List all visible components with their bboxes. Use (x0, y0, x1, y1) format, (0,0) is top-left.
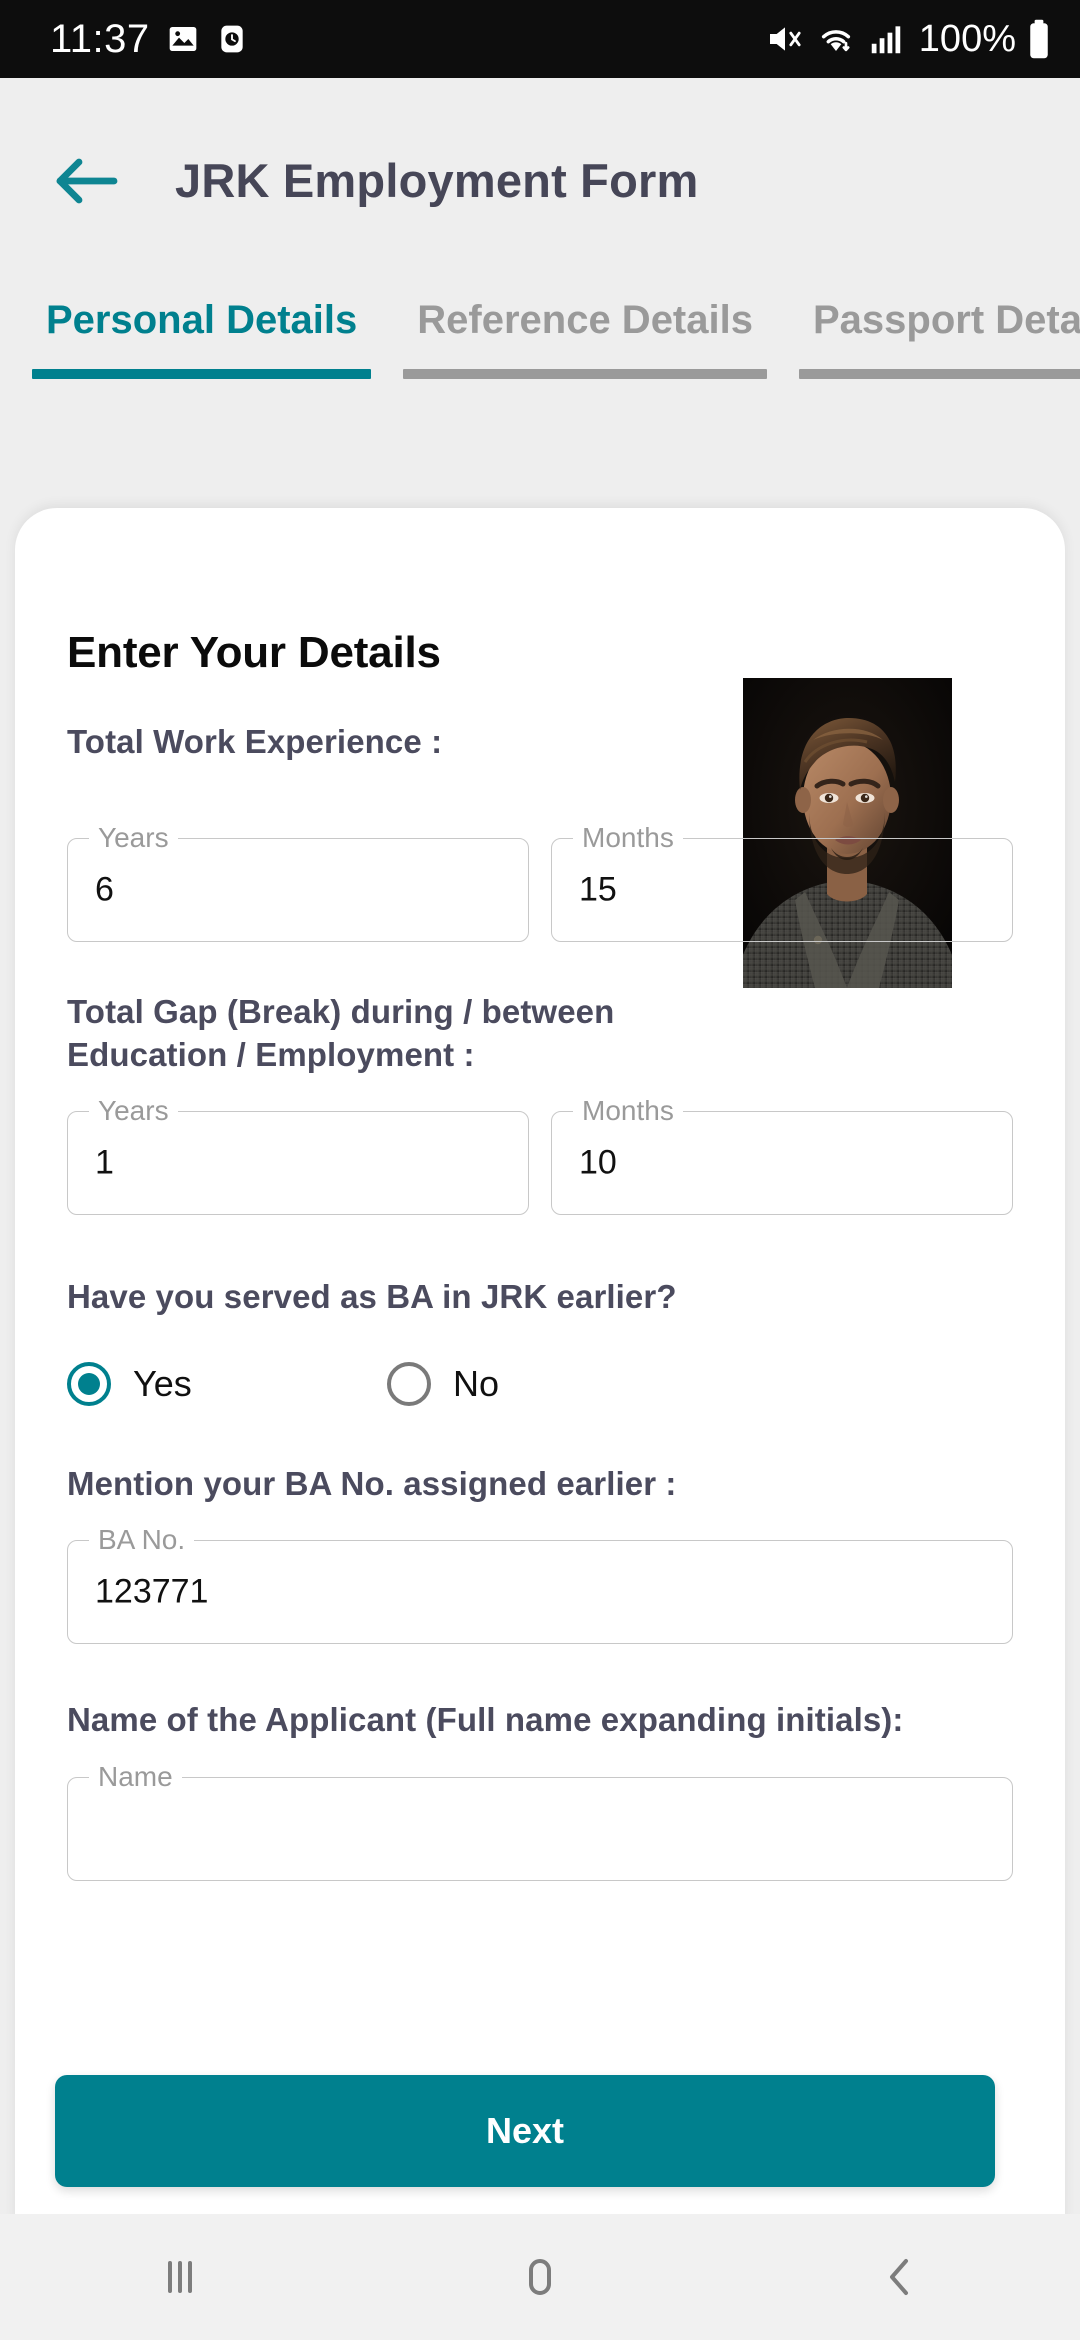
mute-icon (765, 19, 805, 59)
tab-personal-details-label: Personal Details (46, 298, 358, 342)
app-bar: JRK Employment Form (0, 78, 1080, 283)
work-experience-years-field[interactable]: Years 6 (67, 823, 529, 942)
form-card-content: Enter Your Details Total Work Experience… (15, 628, 1065, 2228)
tab-passport-details[interactable]: Passport Detail (798, 290, 1080, 379)
applicant-name-field[interactable]: Name (67, 1763, 1013, 1882)
radio-yes-dot (78, 1373, 100, 1396)
tab-reference-details-label: Reference Details (417, 298, 753, 342)
image-icon (167, 23, 199, 55)
served-ba-radio-group[interactable]: Yes No (67, 1362, 1013, 1407)
gap-years-outline (67, 1110, 529, 1215)
tab-reference-details[interactable]: Reference Details (403, 290, 767, 379)
gap-years-value: 1 (95, 1143, 114, 1182)
served-ba-option-no[interactable]: No (387, 1362, 500, 1407)
gap-years-field[interactable]: Years 1 (67, 1096, 529, 1215)
work-experience-years-outline (67, 837, 529, 942)
work-experience-months-value: 15 (579, 870, 617, 909)
tab-personal-details[interactable]: Personal Details (32, 290, 372, 379)
served-ba-label: Have you served as BA in JRK earlier? (67, 1277, 677, 1315)
android-nav-bar (0, 2214, 1080, 2340)
wifi-icon (815, 19, 857, 59)
tab-passport-details-indicator (798, 369, 1080, 379)
tab-reference-details-indicator (403, 369, 767, 379)
home-icon[interactable] (480, 2217, 600, 2337)
work-experience-years-value: 6 (95, 870, 114, 909)
clock-icon (216, 23, 248, 55)
served-ba-option-yes-label: Yes (133, 1363, 192, 1405)
status-bar-right: 100% (765, 18, 1052, 61)
ba-no-field[interactable]: BA No. 123771 (67, 1525, 1013, 1644)
nav-back-icon[interactable] (840, 2217, 960, 2337)
tab-passport-details-label: Passport Detail (812, 298, 1080, 342)
gap-label: Total Gap (Break) during / between Educa… (67, 992, 615, 1074)
radio-no-icon (387, 1362, 431, 1407)
status-bar-clock: 11:37 (50, 16, 150, 61)
work-experience-months-outline (551, 837, 1013, 942)
next-button-label: Next (485, 2110, 565, 2151)
work-experience-months-label: Months (573, 823, 683, 851)
gap-months-outline (551, 1110, 1013, 1215)
gap-months-field[interactable]: Months 10 (551, 1096, 1013, 1215)
tab-bar[interactable]: Personal Details Reference Details Passp… (0, 290, 1080, 420)
signal-icon (867, 20, 905, 58)
gap-fields: Years 1 Months 10 (67, 1096, 1013, 1215)
ba-no-field-row: BA No. 123771 (67, 1525, 1013, 1644)
radio-yes-icon (67, 1362, 111, 1407)
applicant-name-field-row: Name (67, 1763, 1013, 1882)
back-arrow-icon[interactable] (54, 148, 120, 214)
ba-no-value: 123771 (95, 1572, 209, 1611)
tab-personal-details-indicator (32, 369, 372, 379)
applicant-name-placeholder: Name (89, 1763, 182, 1791)
battery-icon (1026, 18, 1052, 60)
work-experience-years-label: Years (89, 823, 178, 851)
form-card: Enter Your Details Total Work Experience… (15, 508, 1065, 2228)
ba-no-label: Mention your BA No. assigned earlier : (67, 1465, 677, 1503)
ba-no-placeholder: BA No. (89, 1525, 195, 1553)
served-ba-option-yes[interactable]: Yes (67, 1362, 387, 1407)
applicant-name-label: Name of the Applicant (Full name expandi… (67, 1700, 904, 1738)
applicant-name-outline (67, 1777, 1013, 1882)
ba-no-outline (67, 1539, 1013, 1644)
status-bar-left: 11:37 (50, 17, 248, 62)
gap-months-value: 10 (579, 1143, 617, 1182)
work-experience-fields: Years 6 Months 15 (67, 823, 1013, 942)
form-heading: Enter Your Details (67, 628, 441, 677)
phone-screen: 11:37 100% JRK Employment Form Personal … (0, 0, 1080, 2340)
page-title: JRK Employment Form (175, 154, 699, 207)
next-button[interactable]: Next (55, 2075, 995, 2187)
recents-icon[interactable] (120, 2217, 240, 2337)
served-ba-option-no-label: No (453, 1363, 500, 1405)
work-experience-months-field[interactable]: Months 15 (551, 823, 1013, 942)
gap-months-label: Months (573, 1096, 683, 1124)
status-bar: 11:37 100% (0, 0, 1080, 78)
battery-percent-label: 100% (918, 17, 1016, 60)
gap-years-label: Years (89, 1096, 178, 1124)
radio-no-dot (398, 1373, 420, 1395)
